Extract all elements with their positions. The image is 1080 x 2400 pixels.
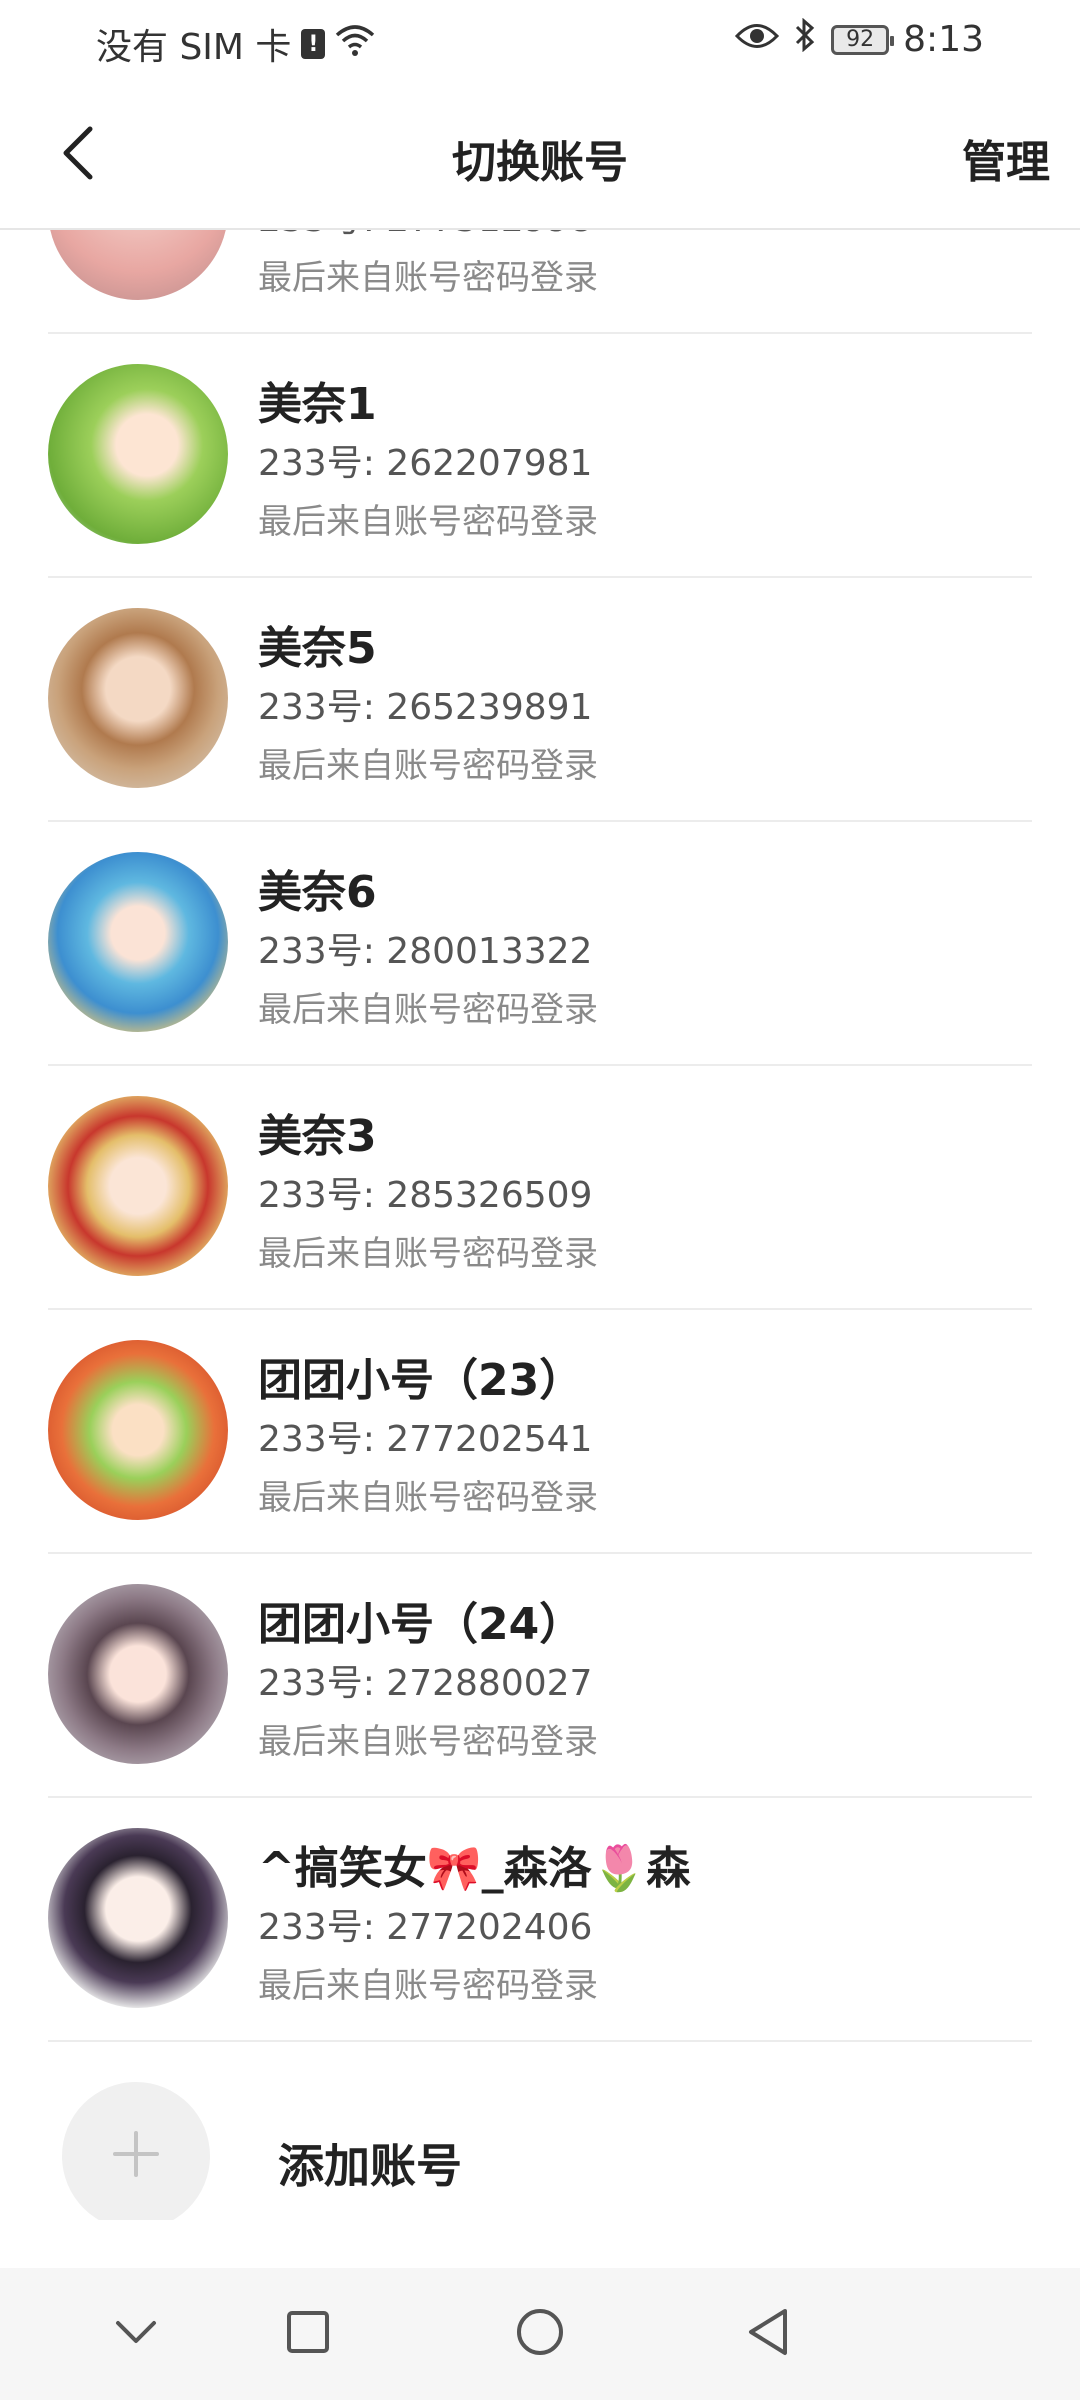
- account-id-value: 285326509: [386, 1175, 593, 1216]
- eye-icon: [735, 19, 780, 60]
- square-icon: [285, 2309, 331, 2359]
- avatar: [48, 1096, 228, 1276]
- account-name: 美奈1: [258, 379, 377, 430]
- account-id-prefix: 233号:: [258, 931, 387, 972]
- account-id: 233号: 277202541: [258, 1410, 592, 1462]
- account-id: 233号: 280013322: [258, 922, 592, 974]
- add-account-circle: [62, 2082, 210, 2220]
- chevron-down-icon: [114, 2317, 158, 2351]
- account-item[interactable]: 美奈1 233号: 262207981 最后来自账号密码登录: [48, 334, 1032, 578]
- account-id: 233号: 272880027: [258, 1654, 592, 1706]
- nav-home-button[interactable]: [504, 2298, 576, 2370]
- account-id-prefix: 233号:: [258, 1175, 387, 1216]
- nav-back-button[interactable]: [732, 2298, 804, 2370]
- account-list-content: 233号: 277312998 最后来自账号密码登录 美奈1 233号: 262…: [0, 230, 1080, 2220]
- avatar: [48, 1584, 228, 1764]
- account-id: 233号: 277312998: [258, 230, 592, 242]
- carrier-text: 没有 SIM 卡: [96, 27, 292, 68]
- account-item[interactable]: 团团小号（23） 233号: 277202541 最后来自账号密码登录: [48, 1310, 1032, 1554]
- plus-icon: [111, 2129, 161, 2183]
- account-id-prefix: 233号:: [258, 1663, 387, 1704]
- account-login-method: 最后来自账号密码登录: [258, 258, 598, 298]
- system-nav-bar: [0, 2268, 1080, 2400]
- wifi-icon: [335, 23, 375, 66]
- account-item[interactable]: ^搞笑女🎀_森洛🌷森 233号: 277202406 最后来自账号密码登录: [48, 1798, 1032, 2042]
- account-id-prefix: 233号:: [258, 1419, 387, 1460]
- page-title: 切换账号: [452, 137, 628, 188]
- status-left: 没有 SIM 卡 !: [96, 18, 375, 70]
- nav-recents-button[interactable]: [272, 2298, 344, 2370]
- battery-level: 92: [846, 27, 875, 52]
- account-item[interactable]: 美奈6 233号: 280013322 最后来自账号密码登录: [48, 822, 1032, 1066]
- sim-alert-icon: !: [301, 29, 326, 59]
- account-id-prefix: 233号:: [258, 443, 387, 484]
- nav-hide-button[interactable]: [100, 2298, 172, 2370]
- manage-button[interactable]: 管理: [962, 126, 1050, 190]
- account-id-value: 265239891: [386, 687, 593, 728]
- account-login-method: 最后来自账号密码登录: [258, 502, 598, 542]
- app-header: 切换账号 管理: [0, 80, 1080, 230]
- account-name: ^搞笑女🎀_森洛🌷森: [258, 1843, 691, 1894]
- avatar: [48, 230, 228, 300]
- account-id-value: 277202541: [386, 1419, 593, 1460]
- avatar: [48, 1340, 228, 1520]
- account-id-value: 272880027: [386, 1663, 593, 1704]
- bluetooth-icon: [793, 17, 817, 61]
- avatar: [48, 364, 228, 544]
- status-bar: 没有 SIM 卡 ! 92 8:13: [0, 0, 1080, 80]
- account-item[interactable]: 团团小号（24） 233号: 272880027 最后来自账号密码登录: [48, 1554, 1032, 1798]
- account-id: 233号: 277202406: [258, 1898, 592, 1950]
- add-account-label: 添加账号: [278, 2139, 462, 2193]
- account-name: 团团小号（23）: [258, 1355, 584, 1406]
- account-item[interactable]: 233号: 277312998 最后来自账号密码登录: [48, 230, 1032, 334]
- account-id-value: 277202406: [386, 1907, 593, 1948]
- account-name: 美奈6: [258, 867, 377, 918]
- avatar: [48, 1828, 228, 2008]
- account-id: 233号: 262207981: [258, 434, 592, 486]
- account-list[interactable]: 233号: 277312998 最后来自账号密码登录 美奈1 233号: 262…: [0, 230, 1080, 2220]
- account-id: 233号: 265239891: [258, 678, 592, 730]
- status-right: 92 8:13: [735, 17, 984, 61]
- account-id-value: 277312998: [386, 230, 592, 240]
- account-name: 美奈5: [258, 623, 377, 674]
- account-id-value: 280013322: [386, 931, 593, 972]
- account-id-prefix: 233号:: [258, 687, 387, 728]
- account-id-prefix: 233号:: [258, 230, 386, 240]
- circle-icon: [515, 2307, 565, 2361]
- account-login-method: 最后来自账号密码登录: [258, 746, 598, 786]
- account-id-prefix: 233号:: [258, 1907, 387, 1948]
- account-login-method: 最后来自账号密码登录: [258, 990, 598, 1030]
- avatar: [48, 852, 228, 1032]
- account-item[interactable]: 美奈5 233号: 265239891 最后来自账号密码登录: [48, 578, 1032, 822]
- account-login-method: 最后来自账号密码登录: [258, 1966, 598, 2006]
- avatar: [48, 608, 228, 788]
- account-item[interactable]: 美奈3 233号: 285326509 最后来自账号密码登录: [48, 1066, 1032, 1310]
- battery-icon: 92: [831, 24, 895, 55]
- account-login-method: 最后来自账号密码登录: [258, 1722, 598, 1762]
- add-account-button[interactable]: 添加账号: [48, 2042, 1032, 2220]
- clock: 8:13: [903, 19, 984, 60]
- account-login-method: 最后来自账号密码登录: [258, 1234, 598, 1274]
- account-id-value: 262207981: [386, 443, 593, 484]
- account-id: 233号: 285326509: [258, 1166, 592, 1218]
- account-name: 美奈3: [258, 1111, 377, 1162]
- account-name: 团团小号（24）: [258, 1599, 584, 1650]
- account-login-method: 最后来自账号密码登录: [258, 1478, 598, 1518]
- triangle-back-icon: [745, 2307, 791, 2361]
